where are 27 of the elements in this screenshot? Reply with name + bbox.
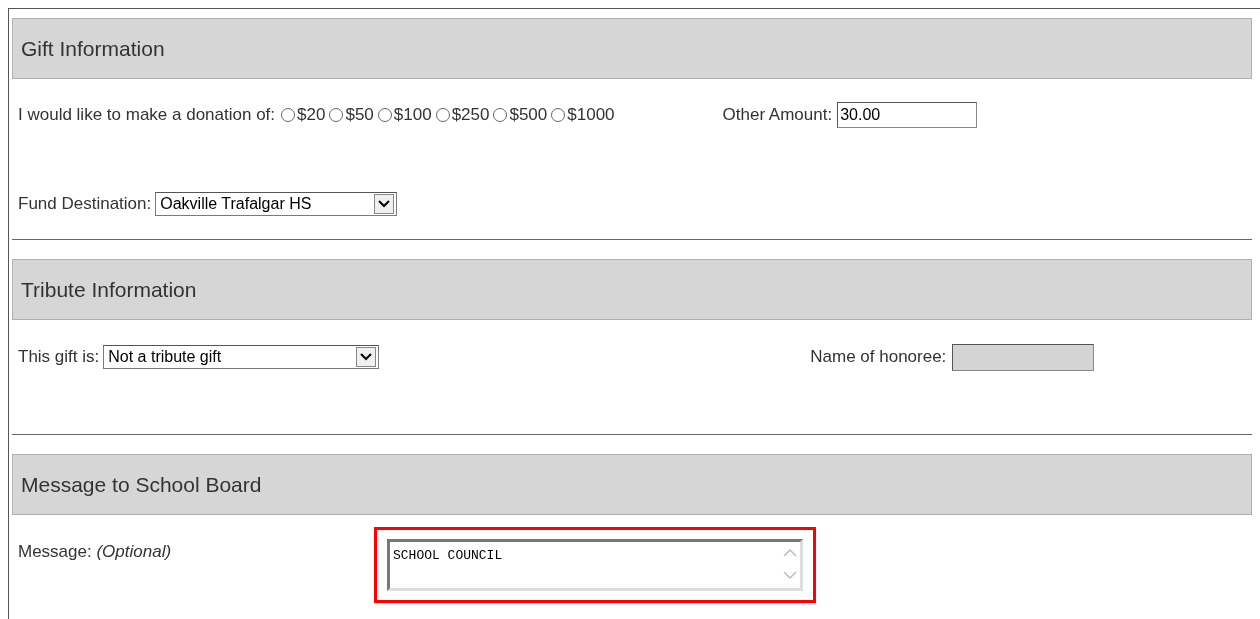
chevron-down-icon: [356, 347, 377, 367]
message-field[interactable]: SCHOOL COUNCIL: [387, 539, 803, 591]
message-label: Message: (Optional): [18, 541, 173, 563]
section-title: Gift Information: [21, 36, 165, 62]
chevron-down-icon: [374, 194, 395, 214]
amount-label: $50: [345, 104, 374, 127]
section-title: Tribute Information: [21, 277, 197, 303]
other-amount-field[interactable]: 30.00: [837, 102, 978, 128]
amount-label: $500: [509, 104, 548, 127]
amount-label: $250: [451, 104, 490, 127]
honoree-label: Name of honoree:: [810, 346, 947, 369]
donation-label: I would like to make a donation of:: [18, 104, 276, 127]
gift-type-label: This gift is:: [18, 346, 100, 369]
radio-button[interactable]: [329, 108, 344, 122]
amount-label: $1000: [567, 104, 615, 127]
radio-button[interactable]: [377, 108, 392, 122]
section-title: Message to School Board: [21, 472, 262, 498]
amount-label: $20: [297, 104, 326, 127]
radio-button[interactable]: [551, 108, 566, 122]
dropdown[interactable]: Oakville Trafalgar HS: [155, 192, 398, 216]
other-amount-label: Other Amount:: [722, 104, 833, 127]
radio-button[interactable]: [493, 108, 508, 122]
radio-button[interactable]: [435, 108, 450, 122]
radio-button[interactable]: [281, 108, 296, 122]
dropdown[interactable]: Not a tribute gift: [103, 345, 380, 369]
fund-destination-label: Fund Destination:: [18, 193, 152, 216]
amount-label: $100: [393, 104, 432, 127]
